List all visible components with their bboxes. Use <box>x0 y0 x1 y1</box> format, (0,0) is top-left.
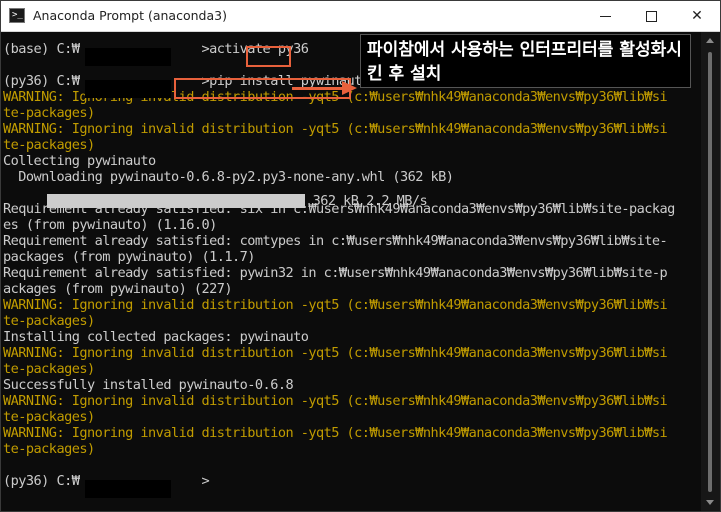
maximize-icon <box>645 10 657 22</box>
scroll-down-icon[interactable] <box>706 500 714 505</box>
download-progress-text: 362 kB 2.2 MB/s <box>305 193 428 209</box>
window-title: Anaconda Prompt (anaconda3) <box>33 8 227 23</box>
prompt-glyph: >_ <box>12 10 23 20</box>
minimize-button[interactable] <box>582 1 628 31</box>
warning-line: te-packages) <box>3 137 95 153</box>
callout-arrow-head-icon <box>342 81 357 95</box>
warning-line: WARNING: Ignoring invalid distribution -… <box>3 121 668 137</box>
title-bar[interactable]: >_ Anaconda Prompt (anaconda3) ✕ <box>1 1 720 32</box>
console-output[interactable]: (py36) C:₩ > te-packages) WARNING: Ignorin… <box>1 32 701 511</box>
redacted-path <box>85 80 171 98</box>
close-icon: ✕ <box>691 8 703 24</box>
terminal-icon: >_ <box>9 8 25 23</box>
warning-line: WARNING: Ignoring invalid distribution -… <box>3 393 668 409</box>
console-line: es (from pywinauto) (1.16.0) <box>3 217 217 233</box>
callout-arrow-line <box>292 87 344 90</box>
console-line: Successfully installed pywinauto-0.6.8 <box>3 377 294 393</box>
warning-line: WARNING: Ignoring invalid distribution -… <box>3 345 668 361</box>
redacted-path <box>85 48 171 66</box>
console-line: ackages (from pywinauto) (227) <box>3 281 233 297</box>
warning-line: te-packages) <box>3 361 95 377</box>
console-line: Requirement already satisfied: pywin32 i… <box>3 265 668 281</box>
redacted-path <box>85 480 171 498</box>
annotation-callout: 파이참에서 사용하는 인터프리터를 활성화시킨 후 설치 <box>360 34 691 88</box>
scroll-up-icon[interactable] <box>706 38 714 43</box>
warning-line: te-packages) <box>3 441 95 457</box>
console-line: Installing collected packages: pywinauto <box>3 329 309 345</box>
console-line: Downloading pywinauto-0.6.8-py2.py3-none… <box>3 169 454 185</box>
terminal-window: >_ Anaconda Prompt (anaconda3) ✕ (py36) … <box>0 0 721 512</box>
vertical-scrollbar[interactable] <box>701 32 720 511</box>
warning-line: te-packages) <box>3 105 95 121</box>
console-line: packages (from pywinauto) (1.1.7) <box>3 249 255 265</box>
warning-line: WARNING: Ignoring invalid distribution -… <box>3 425 668 441</box>
warning-line: te-packages) <box>3 313 95 329</box>
maximize-button[interactable] <box>628 1 674 31</box>
highlight-box-env <box>246 46 291 67</box>
console-line: Requirement already satisfied: comtypes … <box>3 233 668 249</box>
scroll-thumb[interactable] <box>708 52 712 492</box>
minimize-icon <box>599 15 611 17</box>
close-button[interactable]: ✕ <box>674 1 720 31</box>
console-line: Collecting pywinauto <box>3 153 156 169</box>
warning-line: WARNING: Ignoring invalid distribution -… <box>3 297 668 313</box>
download-progress-bar <box>47 194 305 208</box>
warning-line: te-packages) <box>3 409 95 425</box>
